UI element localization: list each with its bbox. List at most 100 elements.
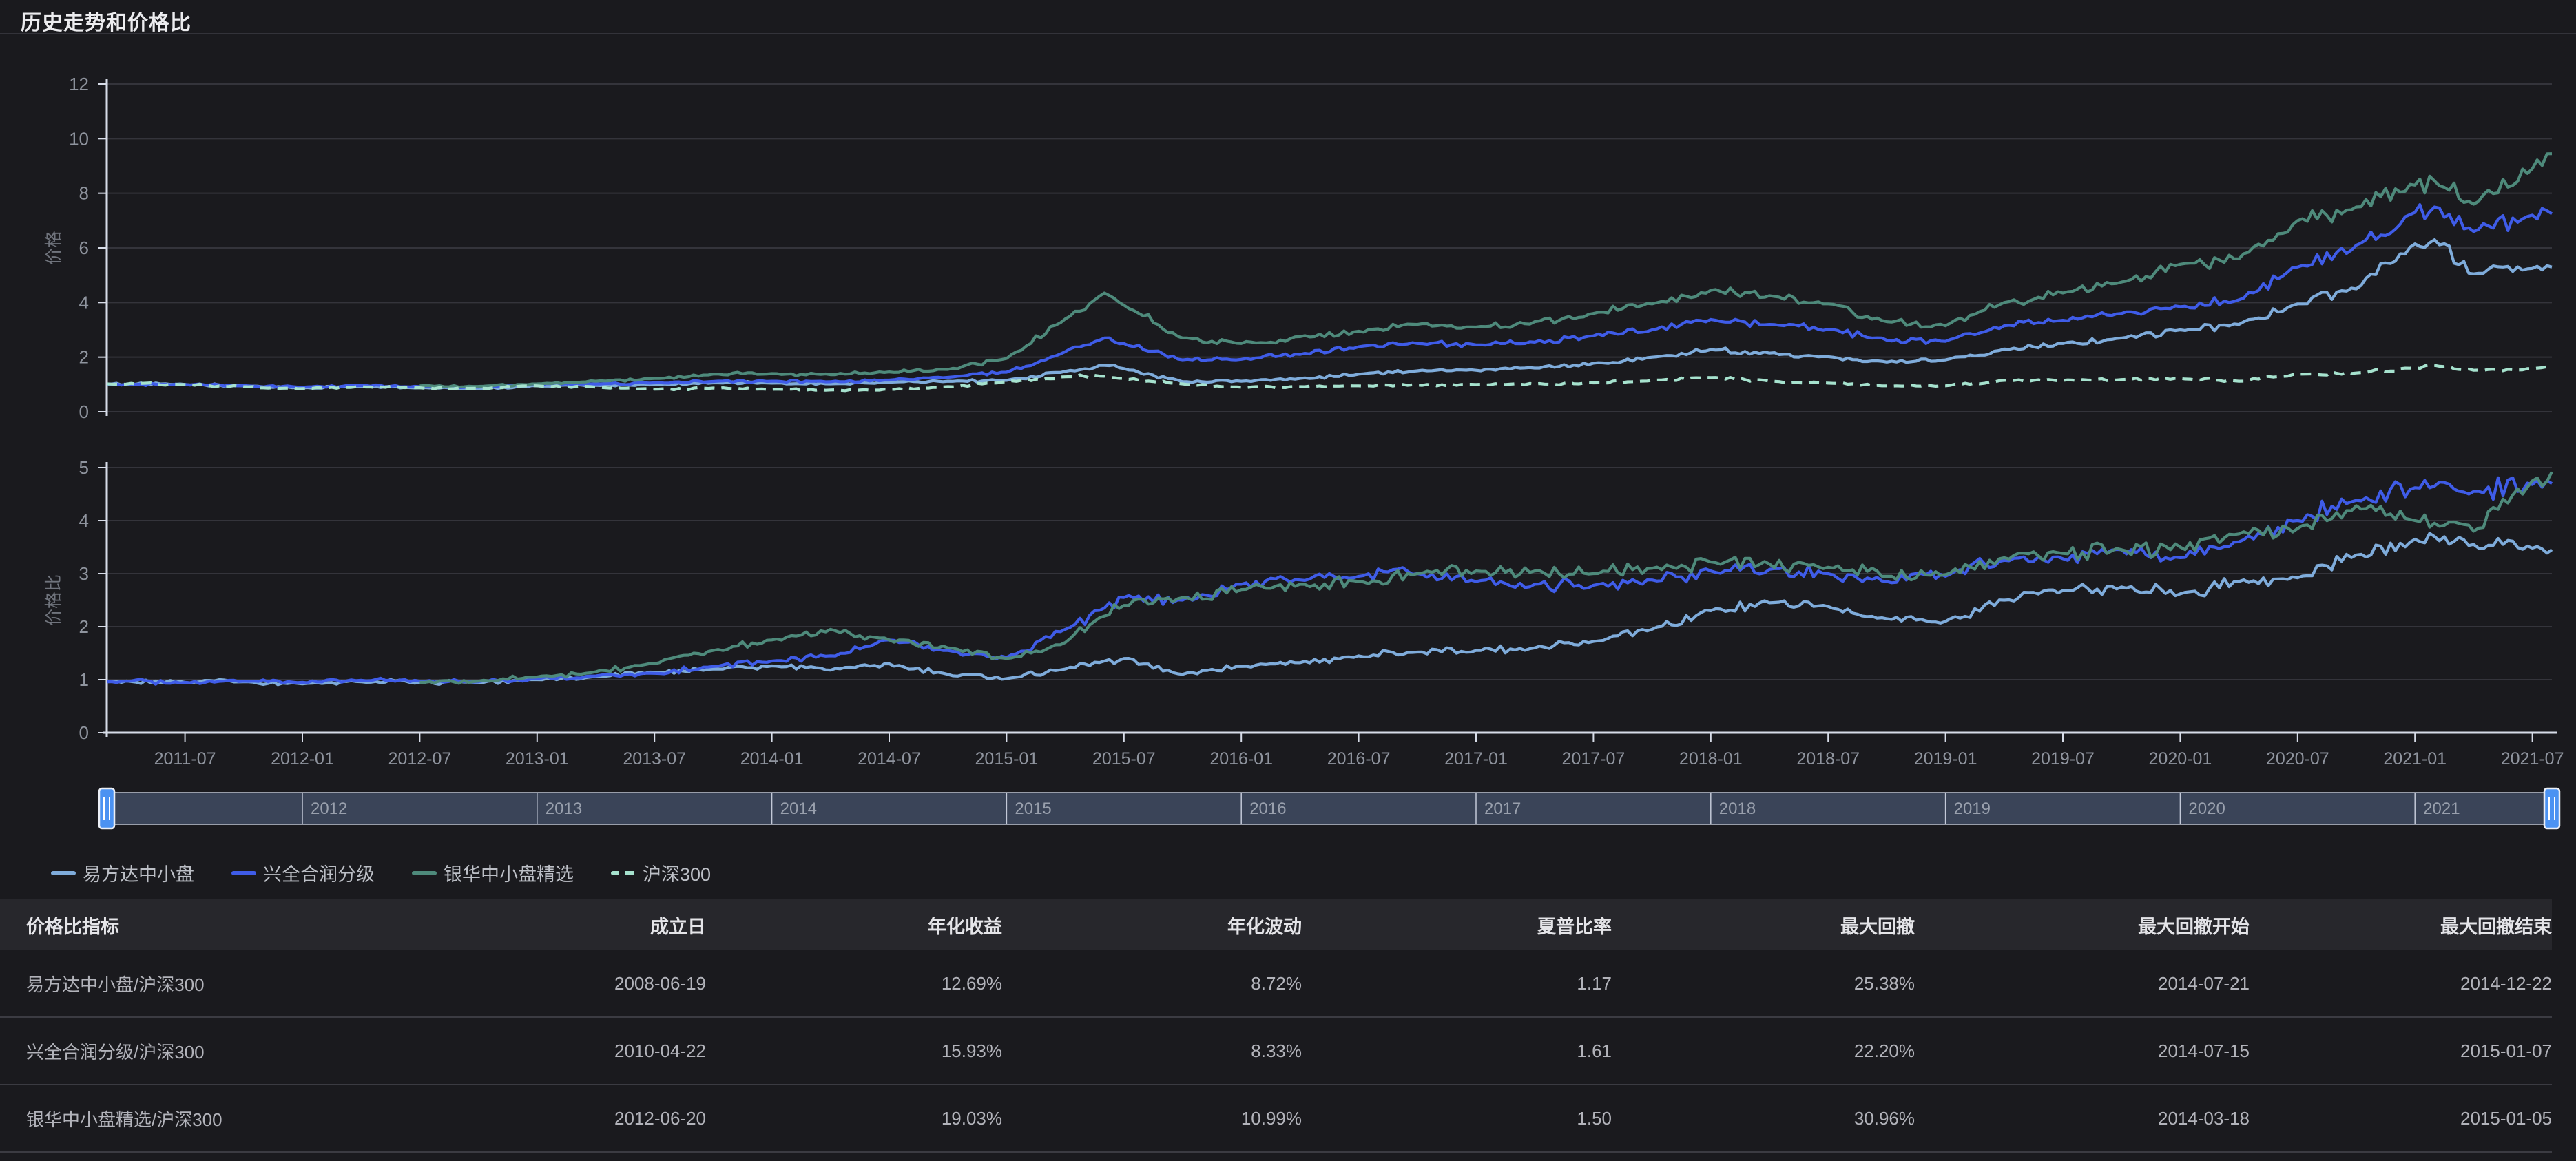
table-cell: 2014-12-22	[2250, 973, 2552, 994]
chart-legend: 易方达中小盘 兴全合润分级 银华中小盘精选 沪深300	[51, 859, 711, 886]
col-header: 价格比指标	[0, 912, 410, 939]
datazoom-track[interactable]	[107, 793, 2552, 824]
y-axis-label: 6	[79, 238, 89, 258]
table-cell: 银华中小盘精选/沪深300	[0, 1106, 410, 1131]
table-cell: 2014-03-18	[1915, 1108, 2250, 1129]
table-cell: 2008-06-19	[410, 973, 706, 994]
col-header: 最大回撤结束	[2250, 912, 2552, 939]
x-axis-label: 2013-01	[506, 749, 569, 768]
datazoom-year-label: 2018	[1719, 799, 1756, 818]
fund-comparison-page: 历史走势和价格比 024681012价格012345价格比2011-072012…	[0, 0, 2576, 1161]
price-and-ratio-chart[interactable]: 024681012价格012345价格比2011-072012-012012-0…	[0, 0, 2576, 857]
y-axis-name: 价格	[44, 231, 63, 265]
x-axis-label: 2017-07	[1562, 749, 1625, 768]
x-axis-label: 2015-01	[975, 749, 1039, 768]
table-cell: 1.50	[1302, 1108, 1612, 1129]
x-axis-label: 2014-07	[858, 749, 921, 768]
line-swatch-icon	[51, 871, 76, 875]
line-swatch-icon	[412, 871, 437, 875]
table-cell: 1.61	[1302, 1040, 1612, 1062]
col-header: 夏普比率	[1302, 912, 1612, 939]
legend-item-yinhua[interactable]: 银华中小盘精选	[412, 859, 574, 886]
legend-item-label: 沪深300	[643, 859, 711, 886]
datazoom-year-label: 2012	[311, 799, 347, 818]
table-cell: 8.33%	[1002, 1040, 1302, 1062]
table-cell: 12.69%	[706, 973, 1002, 994]
table-cell: 30.96%	[1612, 1108, 1915, 1129]
y-axis-label: 12	[69, 74, 89, 94]
series-line-易方达中小盘	[107, 240, 2552, 388]
datazoom-year-label: 2014	[780, 799, 817, 818]
x-axis-label: 2018-01	[1679, 749, 1743, 768]
table-cell: 15.93%	[706, 1040, 1002, 1062]
x-axis-label: 2012-01	[271, 749, 334, 768]
y-axis-label: 0	[79, 401, 89, 422]
table-cell: 易方达中小盘/沪深300	[0, 971, 410, 996]
table-cell: 25.38%	[1612, 973, 1915, 994]
datazoom-year-label: 2020	[2188, 799, 2225, 818]
x-axis-label: 2017-01	[1444, 749, 1508, 768]
col-header: 最大回撤	[1612, 912, 1915, 939]
y-axis-label: 10	[69, 128, 89, 149]
x-axis-label: 2021-01	[2383, 749, 2447, 768]
x-axis-label: 2020-01	[2149, 749, 2212, 768]
col-header: 成立日	[410, 912, 706, 939]
table-cell: 19.03%	[706, 1108, 1002, 1129]
table-cell: 2014-07-21	[1915, 973, 2250, 994]
table-row: 易方达中小盘/沪深300 2008-06-19 12.69% 8.72% 1.1…	[0, 950, 2552, 1018]
datazoom-year-label: 2013	[546, 799, 582, 818]
x-axis-label: 2021-07	[2501, 749, 2564, 768]
x-axis-label: 2016-01	[1209, 749, 1273, 768]
price-ratio-metrics-table: 价格比指标 成立日 年化收益 年化波动 夏普比率 最大回撤 最大回撤开始 最大回…	[0, 899, 2552, 1153]
x-axis-label: 2018-07	[1796, 749, 1860, 768]
y-axis-label: 8	[79, 183, 89, 204]
series-line-银华中小盘精选/沪深300	[419, 472, 2552, 683]
x-axis-label: 2016-07	[1327, 749, 1391, 768]
dashed-line-swatch-icon	[611, 871, 636, 875]
legend-item-label: 银华中小盘精选	[444, 859, 574, 886]
table-cell: 22.20%	[1612, 1040, 1915, 1062]
y-axis-label: 3	[79, 563, 89, 584]
datazoom-year-label: 2017	[1484, 799, 1521, 818]
datazoom-year-label: 2021	[2423, 799, 2460, 818]
x-axis-label: 2019-01	[1914, 749, 1977, 768]
y-axis-label: 2	[79, 347, 89, 368]
metrics-table-header: 价格比指标 成立日 年化收益 年化波动 夏普比率 最大回撤 最大回撤开始 最大回…	[0, 899, 2552, 950]
table-cell: 8.72%	[1002, 973, 1302, 994]
x-axis-label: 2013-07	[623, 749, 686, 768]
table-row: 兴全合润分级/沪深300 2010-04-22 15.93% 8.33% 1.6…	[0, 1018, 2552, 1085]
table-cell: 2010-04-22	[410, 1040, 706, 1062]
legend-item-label: 兴全合润分级	[263, 859, 375, 886]
series-line-银华中小盘精选	[419, 154, 2552, 387]
legend-item-efunds[interactable]: 易方达中小盘	[51, 859, 194, 886]
datazoom-year-label: 2016	[1249, 799, 1286, 818]
table-cell: 2014-07-15	[1915, 1040, 2250, 1062]
x-axis-label: 2015-07	[1092, 749, 1156, 768]
series-line-兴全合润分级/沪深300	[107, 478, 2552, 684]
legend-item-xingquan[interactable]: 兴全合润分级	[231, 859, 375, 886]
line-swatch-icon	[231, 871, 256, 875]
x-axis-label: 2011-07	[154, 749, 216, 768]
datazoom-right-handle[interactable]	[2544, 788, 2559, 828]
table-cell: 10.99%	[1002, 1108, 1302, 1129]
table-cell: 1.17	[1302, 973, 1612, 994]
table-row: 银华中小盘精选/沪深300 2012-06-20 19.03% 10.99% 1…	[0, 1085, 2552, 1153]
x-axis-label: 2012-07	[388, 749, 452, 768]
datazoom-left-handle[interactable]	[99, 788, 114, 828]
col-header: 最大回撤开始	[1915, 912, 2250, 939]
y-axis-label: 2	[79, 616, 89, 637]
col-header: 年化收益	[706, 912, 1002, 939]
legend-item-hs300[interactable]: 沪深300	[611, 859, 711, 886]
y-axis-name: 价格比	[44, 574, 63, 626]
series-line-兴全合润分级	[107, 205, 2552, 388]
table-cell: 2015-01-07	[2250, 1040, 2552, 1062]
table-cell: 2012-06-20	[410, 1108, 706, 1129]
y-axis-label: 4	[79, 510, 89, 531]
legend-item-label: 易方达中小盘	[83, 859, 194, 886]
x-axis-label: 2020-07	[2266, 749, 2329, 768]
y-axis-label: 4	[79, 292, 89, 313]
table-cell: 兴全合润分级/沪深300	[0, 1038, 410, 1064]
table-cell: 2015-01-05	[2250, 1108, 2552, 1129]
x-axis-label: 2014-01	[740, 749, 804, 768]
y-axis-label: 5	[79, 457, 89, 478]
